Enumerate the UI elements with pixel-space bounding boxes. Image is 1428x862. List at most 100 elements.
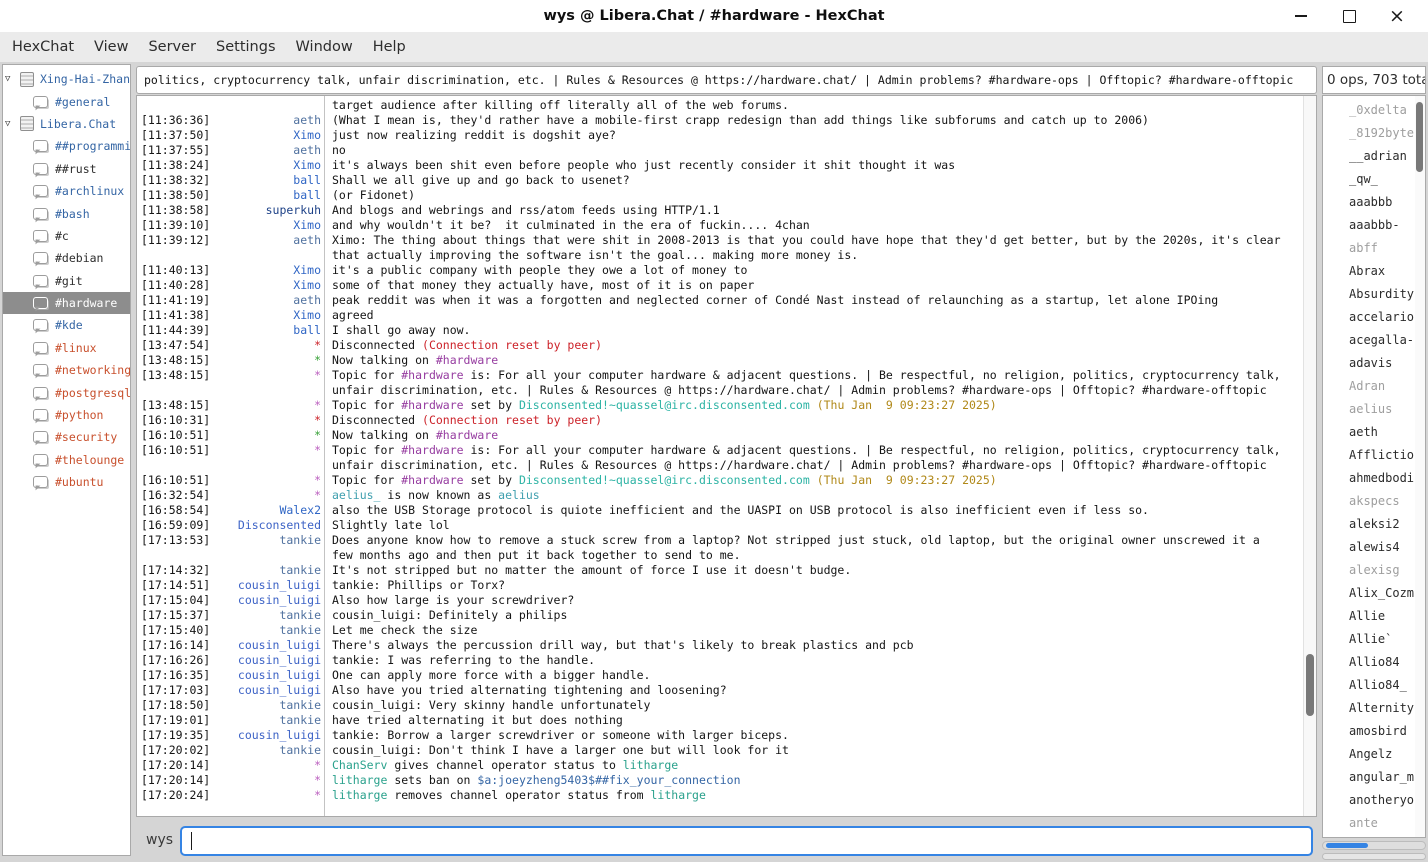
timestamp: [17:20:02] [137, 743, 217, 758]
user-list-item[interactable]: accelario [1323, 306, 1425, 329]
user-list-item[interactable]: alewis4 [1323, 536, 1425, 559]
user-list-item[interactable]: Affliction [1323, 444, 1425, 467]
sidebar-item-thelounge[interactable]: #thelounge [3, 449, 130, 471]
user-list-item[interactable]: _0xdelta [1323, 99, 1425, 122]
sidebar-item-rust[interactable]: ##rust [3, 158, 130, 180]
expander-icon[interactable]: ▽ [5, 119, 20, 129]
sidebar-item-debian[interactable]: #debian [3, 247, 130, 269]
user-list-item[interactable]: _qw_ [1323, 168, 1425, 191]
minimize-button[interactable] [1284, 0, 1318, 32]
sidebar-item-hardware[interactable]: #hardware [3, 292, 130, 314]
maximize-button[interactable] [1332, 0, 1366, 32]
sidebar-item-xing-hai-zhan[interactable]: ▽Xing-Hai-Zhan [3, 68, 130, 90]
close-button[interactable]: × [1380, 0, 1414, 32]
sidebar-item-kde[interactable]: #kde [3, 314, 130, 336]
sidebar-item-archlinux[interactable]: #archlinux [3, 180, 130, 202]
message-segment: And blogs and webrings and rss/atom feed… [332, 203, 720, 217]
user-list-item[interactable]: aaabbb- [1323, 214, 1425, 237]
message: One can apply more force with a bigger h… [321, 668, 1303, 683]
chat-line: unfair discrimination, etc. | Rules & Re… [137, 383, 1303, 398]
sidebar-item-libera-chat[interactable]: ▽Libera.Chat [3, 113, 130, 135]
menu-item-help[interactable]: Help [363, 35, 416, 59]
sidebar-item-c[interactable]: #c [3, 225, 130, 247]
user-list-item[interactable]: ahmedbodi [1323, 467, 1425, 490]
message-segment: cousin_luigi: Definitely a philips [332, 608, 567, 622]
channel-label: ##rust [55, 162, 97, 176]
timestamp: [11:40:13] [137, 263, 217, 278]
userlist-horizontal-scrollbar-thumb[interactable] [1326, 843, 1368, 848]
user-list-item[interactable]: Allio84_ [1323, 674, 1425, 697]
user-list-item[interactable]: Adran [1323, 375, 1425, 398]
user-list-item[interactable]: amosbird [1323, 720, 1425, 743]
sidebar-item-git[interactable]: #git [3, 270, 130, 292]
user-list-item[interactable]: _8192byte [1323, 122, 1425, 145]
user-list-item[interactable]: acegalla- [1323, 329, 1425, 352]
message: ChanServ gives channel operator status t… [321, 758, 1303, 773]
sidebar-item-networking[interactable]: #networking [3, 359, 130, 381]
timestamp: [17:19:01] [137, 713, 217, 728]
user-list-item[interactable]: abff [1323, 237, 1425, 260]
user-list-item[interactable]: angular_m [1323, 766, 1425, 789]
own-nick-label: wys [146, 832, 173, 848]
message-input[interactable] [180, 826, 1313, 856]
user-list-item[interactable]: Absurdity [1323, 283, 1425, 306]
message-segment: Topic for [332, 398, 401, 412]
topic-input[interactable]: politics, cryptocurrency talk, unfair di… [136, 66, 1317, 94]
message: some of that money they actually have, m… [321, 278, 1303, 293]
menu-item-settings[interactable]: Settings [206, 35, 285, 59]
user-list-item[interactable]: anotheryo [1323, 789, 1425, 812]
menu-item-server[interactable]: Server [138, 35, 206, 59]
user-list-item[interactable]: Abrax [1323, 260, 1425, 283]
chat-line: [11:38:32]ballShall we all give up and g… [137, 173, 1303, 188]
user-list-item[interactable]: Allio84 [1323, 651, 1425, 674]
message: Disconnected (Connection reset by peer) [321, 413, 1303, 428]
sidebar-item-bash[interactable]: #bash [3, 202, 130, 224]
user-list-item[interactable]: alexisg [1323, 559, 1425, 582]
message-segment: is: For all your computer hardware & adj… [464, 368, 1281, 382]
user-list-item[interactable]: adavis [1323, 352, 1425, 375]
message-segment: #hardware [401, 398, 463, 412]
menu-item-window[interactable]: Window [286, 35, 363, 59]
message: Topic for #hardware is: For all your com… [321, 443, 1303, 458]
user-list-item[interactable]: aleksi2 [1323, 513, 1425, 536]
nick: tankie [217, 698, 321, 713]
user-list-item[interactable]: aeth [1323, 421, 1425, 444]
menu-item-hexchat[interactable]: HexChat [2, 35, 84, 59]
nick: tankie [217, 563, 321, 578]
userlist-horizontal-scrollbar[interactable] [1322, 841, 1426, 850]
sidebar-item-programming[interactable]: ##programming [3, 135, 130, 157]
message-segment: #hardware [401, 368, 463, 382]
user-list-item[interactable]: Angelz [1323, 743, 1425, 766]
chat-scrollbar[interactable] [1303, 96, 1316, 816]
user-list-item[interactable]: aaabbb [1323, 191, 1425, 214]
sidebar-item-postgresql[interactable]: #postgresql [3, 381, 130, 403]
user-list-item[interactable]: ante [1323, 812, 1425, 835]
message: target audience after killing off litera… [321, 98, 1303, 113]
sidebar-item-python[interactable]: #python [3, 404, 130, 426]
nick: ball [217, 188, 321, 203]
user-list-item[interactable]: Alix_Cozm [1323, 582, 1425, 605]
sidebar-item-linux[interactable]: #linux [3, 337, 130, 359]
sidebar-item-ubuntu[interactable]: #ubuntu [3, 471, 130, 493]
channel-icon [33, 208, 48, 220]
nick: Walex2 [217, 503, 321, 518]
user-list-item[interactable]: akspecs [1323, 490, 1425, 513]
userlist-scrollbar[interactable] [1415, 96, 1425, 837]
user-list-item[interactable]: Allie [1323, 605, 1425, 628]
userlist-scrollbar-thumb[interactable] [1416, 102, 1423, 172]
user-list-item[interactable]: Alternity [1323, 697, 1425, 720]
chat-scrollbar-thumb[interactable] [1306, 654, 1314, 716]
userlist-horizontal-scrollbar-track[interactable] [1322, 853, 1426, 860]
expander-icon[interactable]: ▽ [5, 74, 20, 84]
user-list-item[interactable]: Allie` [1323, 628, 1425, 651]
chat-line: [17:13:53]tankieDoes anyone know how to … [137, 533, 1303, 548]
sidebar-item-security[interactable]: #security [3, 426, 130, 448]
timestamp: [17:20:24] [137, 788, 217, 803]
maximize-icon [1343, 10, 1356, 23]
timestamp: [17:20:14] [137, 758, 217, 773]
menu-item-view[interactable]: View [84, 35, 138, 59]
user-list-item[interactable]: __adrian [1323, 145, 1425, 168]
sidebar-item-general[interactable]: #general [3, 90, 130, 112]
title-bar[interactable]: wys @ Libera.Chat / #hardware - HexChat … [0, 0, 1428, 33]
user-list-item[interactable]: aelius [1323, 398, 1425, 421]
